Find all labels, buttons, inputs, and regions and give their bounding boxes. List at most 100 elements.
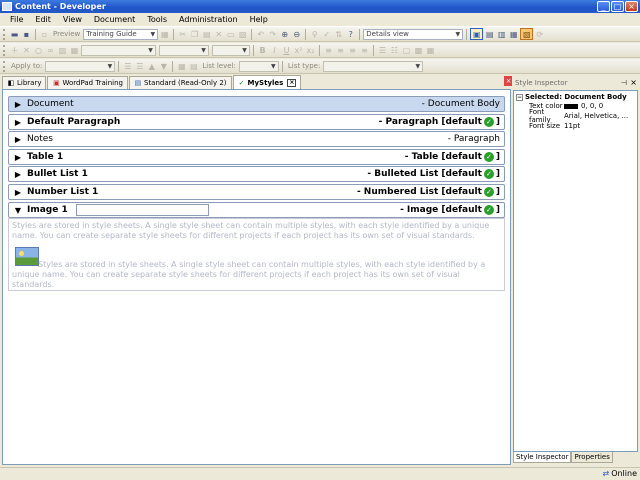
list-type-combo[interactable]: ▼ [323,60,424,72]
insert-icon[interactable]: ＋ [9,45,20,56]
italic-icon[interactable]: I [269,45,280,56]
underline-icon[interactable]: U [281,45,292,56]
collapse-arrow-icon[interactable]: ▼ [9,206,27,215]
refresh-icon[interactable]: ⟳ [534,29,545,40]
tab-standard[interactable]: ▤ Standard (Read-Only 2) [128,76,232,89]
list-indent-icon[interactable]: ☰ [122,61,133,72]
tab-library[interactable]: ◧ Library [2,76,47,89]
font-combo[interactable]: ▼ [159,44,209,56]
menu-document[interactable]: Document [88,15,141,24]
save-icon[interactable]: ▪ [21,29,32,40]
sort-icon[interactable]: ⇅ [333,29,344,40]
close-button[interactable]: × [625,1,638,12]
list-level-combo[interactable]: ▼ [238,60,279,72]
superscript-icon[interactable]: x² [293,45,304,56]
check-icon: ✓ [483,205,494,215]
style-row-notes[interactable]: ▶ Notes - Paragraph [8,131,505,147]
font-size-combo[interactable]: ▼ [212,44,250,56]
view-combo[interactable]: Details view ▼ [363,28,464,40]
expand-arrow-icon[interactable]: ▶ [9,170,27,179]
table-insert-icon[interactable]: ▦ [176,61,187,72]
style-row-document[interactable]: ▶ Document - Document Body [8,96,505,112]
main-toolbar: ▬ ▪ ▫ Preview Training Guide ▼ ▦ ✂ ❐ ▤ ✕ … [0,27,640,42]
menu-tools[interactable]: Tools [141,15,173,24]
format-icon[interactable]: ▧ [237,29,248,40]
border-icon[interactable]: ▢ [401,45,412,56]
zoom-out-icon[interactable]: ⊖ [291,29,302,40]
delete-icon[interactable]: ✕ [213,29,224,40]
table-props-icon[interactable]: ▤ [188,61,199,72]
style-name: Notes [27,134,53,144]
tab-mystyles[interactable]: ✓ MyStyles × [232,75,302,89]
link-icon[interactable]: ∞ [45,45,56,56]
shading-icon[interactable]: ▩ [413,45,424,56]
close-icon[interactable]: × [630,78,637,87]
style-row-number-list-1[interactable]: ▶ Number List 1 - Numbered List [default… [8,184,505,200]
expand-arrow-icon[interactable]: ▶ [9,153,27,162]
apply-to-combo[interactable]: ▼ [45,60,116,72]
undo-icon[interactable]: ↶ [255,29,266,40]
align-right-icon[interactable]: ≡ [347,45,358,56]
tab-wordpad-training[interactable]: ▣ WordPad Training [47,76,128,89]
layout-single-icon[interactable]: ▣ [470,28,484,40]
clipboard-icon[interactable]: ▭ [225,29,236,40]
cut-icon[interactable]: ✂ [177,29,188,40]
list-outdent-icon[interactable]: ☰ [134,61,145,72]
tab-properties[interactable]: Properties [571,452,613,463]
layout-split-vertical-icon[interactable]: ▥ [496,29,507,40]
preview-button[interactable]: Preview [51,30,82,38]
align-center-icon[interactable]: ≡ [335,45,346,56]
align-left-icon[interactable]: ≡ [323,45,334,56]
style-row-default-paragraph[interactable]: ▶ Default Paragraph - Paragraph [default… [8,114,505,130]
numbering-icon[interactable]: ☷ [389,45,400,56]
menu-administration[interactable]: Administration [173,15,244,24]
table-icon[interactable]: ▦ [69,45,80,56]
list-move-down-icon[interactable]: ▼ [158,61,169,72]
pin-icon[interactable]: ⊣ [621,79,627,87]
expand-arrow-icon[interactable]: ▶ [9,118,27,127]
help-icon[interactable]: ? [345,29,356,40]
spellcheck-icon[interactable]: ✓ [321,29,332,40]
library-icon: ◧ [7,79,15,87]
minimize-button[interactable]: _ [597,1,610,12]
remove-icon[interactable]: ✕ [21,45,32,56]
menu-view[interactable]: View [57,15,88,24]
list-move-up-icon[interactable]: ▲ [146,61,157,72]
grid-icon[interactable]: ▦ [425,45,436,56]
tab-style-inspector[interactable]: Style Inspector [513,452,572,463]
subscript-icon[interactable]: x₂ [305,45,316,56]
expand-arrow-icon[interactable]: ▶ [9,188,27,197]
menu-edit[interactable]: Edit [29,15,57,24]
maximize-button[interactable]: □ [611,1,624,12]
chevron-down-icon: ▼ [201,46,206,54]
style-row-table-1[interactable]: ▶ Table 1 - Table [default ✓] [8,149,505,165]
copy-icon[interactable]: ❐ [189,29,200,40]
paste-icon[interactable]: ▤ [201,29,212,40]
redo-icon[interactable]: ↷ [267,29,278,40]
circle-icon[interactable]: ○ [33,45,44,56]
inspector-toggle-icon[interactable]: ▧ [520,28,534,40]
style-row-image-1[interactable]: ▼ Image 1 - Image [default ✓] [8,202,505,218]
find-icon[interactable]: ⚲ [309,29,320,40]
layout-panes-icon[interactable]: ▦ [508,29,519,40]
separator [359,28,361,40]
print-icon[interactable]: ▫ [39,29,50,40]
align-justify-icon[interactable]: ≡ [359,45,370,56]
zoom-in-icon[interactable]: ⊕ [279,29,290,40]
expand-arrow-icon[interactable]: ▶ [9,135,27,144]
collapse-icon[interactable]: − [516,93,523,101]
image-icon[interactable]: ▨ [57,45,68,56]
menu-file[interactable]: File [4,15,29,24]
expand-arrow-icon[interactable]: ▶ [9,100,27,109]
template-combo[interactable]: Training Guide ▼ [83,28,159,40]
properties-icon[interactable]: ▦ [159,29,170,40]
style-row-bullet-list-1[interactable]: ▶ Bullet List 1 - Bulleted List [default… [8,166,505,182]
layout-split-horizontal-icon[interactable]: ▤ [484,29,495,40]
open-folder-icon[interactable]: ▬ [9,29,20,40]
close-tab-icon[interactable]: × [287,78,297,87]
bold-icon[interactable]: B [257,45,268,56]
style-combo[interactable]: ▼ [81,44,156,56]
bullets-icon[interactable]: ☰ [377,45,388,56]
menu-help[interactable]: Help [244,15,274,24]
style-name-input[interactable] [76,204,209,216]
